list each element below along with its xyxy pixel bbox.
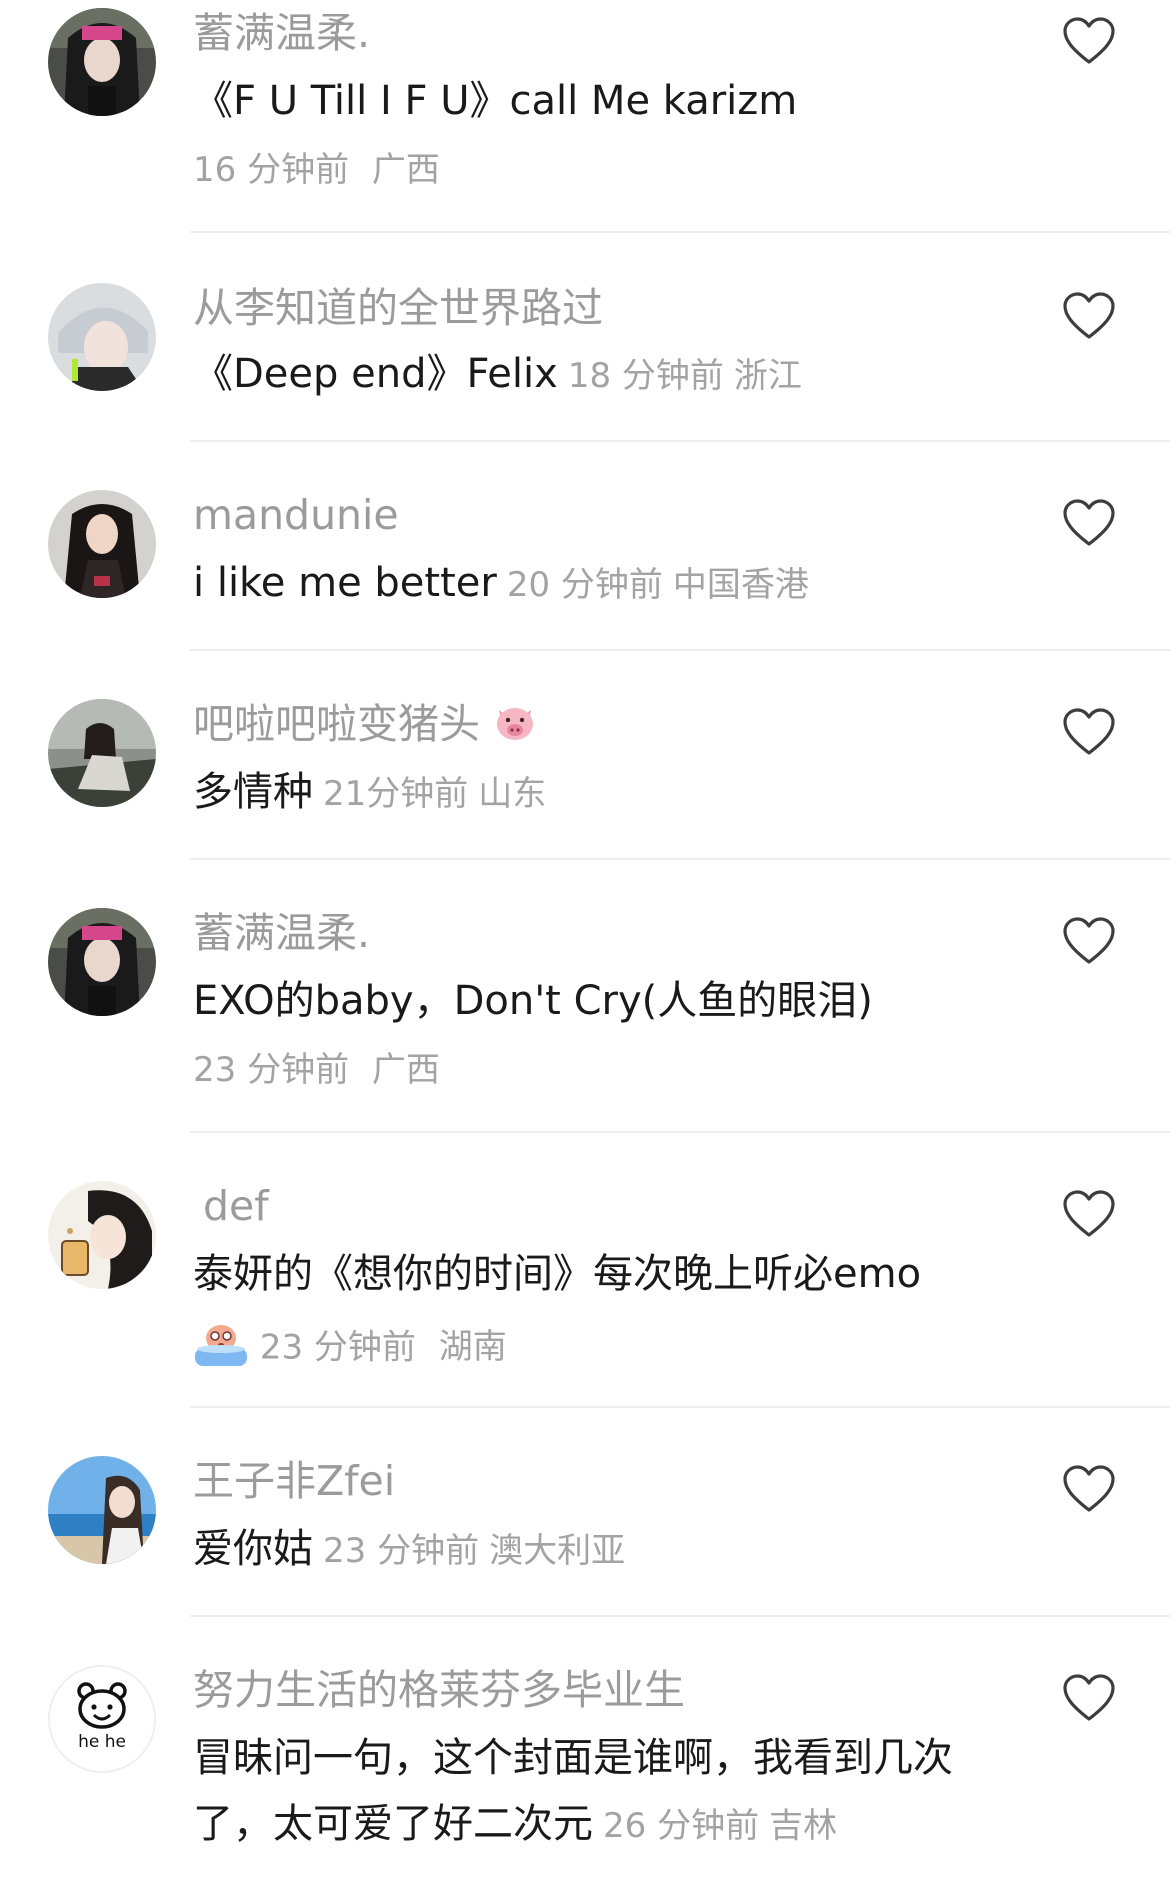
comment-text: i like me better [193,560,497,606]
comment-username[interactable]: 吧啦吧啦变猪头 [193,700,537,752]
avatar-girl-seaside [48,1456,156,1564]
comment-username[interactable]: mandunie [193,491,399,539]
comment-username[interactable]: 蓄满温柔. [193,909,370,957]
comment-username[interactable]: 努力生活的格莱芬多毕业生 [193,1666,685,1714]
comment-username[interactable]: 蓄满温柔. [193,9,370,57]
heart-outline-icon [1063,708,1115,755]
comment-text: 泰妍的《想你的时间》每次晚上听必emo [193,1251,922,1297]
user-avatar[interactable] [48,908,156,1016]
comment-time: 18 分钟前 [567,356,724,396]
like-button[interactable] [1062,498,1116,548]
comment-item: def 泰妍的《想你的时间》每次晚上听必emo 23 分钟前 湖南 [0,1133,1170,1408]
comment-time: 23 分钟前 [323,1531,480,1571]
comment-time: 23 分钟前 [193,1050,350,1090]
comment-location: 澳大利亚 [489,1531,626,1571]
comment-body: 《Deep end》Felix 18 分钟前 浙江 [193,351,802,398]
comment-time: 21分钟前 [323,774,469,814]
comment-location: 湖南 [438,1327,507,1368]
comment-meta: 16 分钟前 广西 [193,150,440,191]
user-avatar[interactable]: he he [48,1665,156,1773]
comment-location: 浙江 [733,356,802,396]
comment-location: 吉林 [769,1806,838,1846]
comment-body: 爱你姑 23 分钟前 澳大利亚 [193,1526,625,1573]
comment-body: i like me better 20 分钟前 中国香港 [193,560,809,607]
crying-in-bath-icon [193,1318,249,1380]
comment-meta: 23 分钟前 广西 [193,1050,440,1091]
avatar-illustrated-girl [48,1181,156,1289]
comment-text: 《Deep end》Felix [193,351,558,397]
comment-time: 20 分钟前 [506,565,663,605]
comment-list: 蓄满温柔. 《F U Till I F U》call Me karizm 16 … [0,0,1170,1896]
like-button[interactable] [1062,1464,1116,1514]
like-button[interactable] [1062,1189,1116,1239]
avatar-girl-dark-hair [48,8,156,116]
heart-outline-icon [1063,917,1115,964]
comment-username[interactable]: def [203,1182,269,1230]
like-button[interactable] [1062,1673,1116,1723]
comment-text-line1: 冒昧问一句，这个封面是谁啊，我看到几次 [193,1735,953,1781]
heart-outline-icon [1063,1465,1115,1512]
heart-outline-icon [1063,1190,1115,1237]
comment-time: 16 分钟前 [193,150,350,190]
like-button[interactable] [1062,291,1116,341]
heart-outline-icon [1063,17,1115,64]
avatar-woman-long-hair [48,490,156,598]
comment-location: 广西 [371,1050,440,1090]
comment-username[interactable]: 从李知道的全世界路过 [193,284,603,332]
comment-meta: 23 分钟前 湖南 [193,1318,507,1380]
comment-item: 从李知道的全世界路过 《Deep end》Felix 18 分钟前 浙江 [0,233,1170,442]
comment-item: 吧啦吧啦变猪头 多情种 21分钟前 山东 [0,651,1170,860]
heart-outline-icon [1063,292,1115,339]
user-avatar[interactable] [48,1181,156,1289]
heart-outline-icon [1063,499,1115,546]
comment-text: 《F U Till I F U》call Me karizm [193,78,798,124]
comment-location: 中国香港 [672,565,809,605]
user-avatar[interactable] [48,8,156,116]
user-avatar[interactable] [48,490,156,598]
pig-face-icon [493,702,537,752]
comment-text-line2: 了，太可爱了好二次元 [193,1801,593,1847]
like-button[interactable] [1062,916,1116,966]
comment-text: 爱你姑 [193,1526,313,1572]
comment-body: 多情种 21分钟前 山东 [193,769,546,816]
comment-text: EXO的baby，Don't Cry(人鱼的眼泪) [193,978,873,1024]
comment-location: 山东 [478,774,547,814]
comment-item: 蓄满温柔. 《F U Till I F U》call Me karizm 16 … [0,0,1170,233]
like-button[interactable] [1062,707,1116,757]
like-button[interactable] [1062,16,1116,66]
comment-username[interactable]: 王子非Zfei [193,1457,395,1505]
avatar-silver-hair [48,283,156,391]
comment-text: 多情种 [193,769,313,815]
comment-time: 23 分钟前 [259,1327,416,1368]
avatar-girl-dark-hair [48,908,156,1016]
user-avatar[interactable] [48,1456,156,1564]
avatar-hehe-bear: he he [50,1667,154,1771]
comment-body: 了，太可爱了好二次元 26 分钟前 吉林 [193,1801,837,1848]
comment-location: 广西 [371,150,440,190]
comment-item: mandunie i like me better 20 分钟前 中国香港 [0,442,1170,651]
comment-item: 王子非Zfei 爱你姑 23 分钟前 澳大利亚 [0,1408,1170,1617]
comment-item: 蓄满温柔. EXO的baby，Don't Cry(人鱼的眼泪) 23 分钟前 广… [0,860,1170,1133]
comment-time: 26 分钟前 [603,1806,760,1846]
comment-item: he he 努力生活的格莱芬多毕业生 冒昧问一句，这个封面是谁啊，我看到几次 了… [0,1617,1170,1896]
user-avatar[interactable] [48,283,156,391]
heart-outline-icon [1063,1674,1115,1721]
avatar-girl-seated [48,699,156,807]
avatar-caption: he he [78,1732,126,1752]
user-avatar[interactable] [48,699,156,807]
